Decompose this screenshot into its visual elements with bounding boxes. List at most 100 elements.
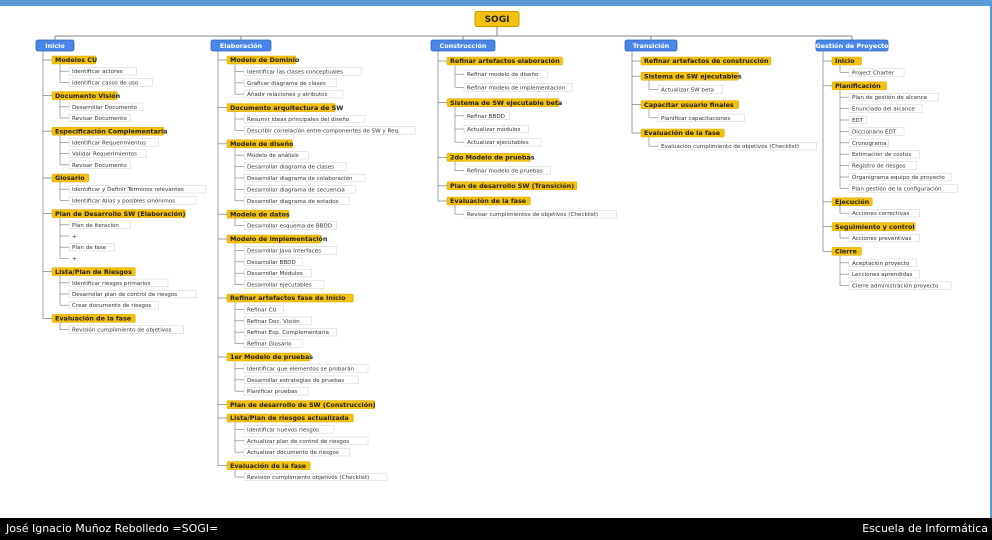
subtopic-refinar-esp-complementaria: Refinar Esp. Complementaria xyxy=(243,328,337,337)
subtopic-refinar-glosario: Refinar Glosario xyxy=(243,339,303,348)
subtopic-label: Cronograma xyxy=(852,141,887,147)
subtopic-label: Refinar modelo de pruebas xyxy=(467,169,543,175)
subtopic-modelo-de-analisis: Modelo de análisis xyxy=(243,151,309,160)
subtopic-item: + xyxy=(72,256,77,262)
topic-label: Modelo de datos xyxy=(230,210,290,218)
topic-label: Plan de Desarrollo SW (Elaboración) xyxy=(55,210,186,218)
subtopic-revisar-documento: Revisar Documento xyxy=(68,113,131,123)
topic-label: Refinar artefactos fase de Inicio xyxy=(230,294,346,302)
subtopic-label: Refinar Glosario xyxy=(247,342,292,348)
subtopic-label: Acciones preventivas xyxy=(852,236,911,242)
subtopic-desarrollar-documento: Desarrollar Documento xyxy=(68,102,144,111)
topic-cierre: Cierre Aceptación proyecto Lecciones apren… xyxy=(831,247,952,290)
phase-transicion: Transición Refinar artefactos de construc… xyxy=(624,39,817,151)
topic-label: Glosario xyxy=(55,174,85,182)
topic-modelo-de-datos: Modelo de datos Desarrollar esquema de BB… xyxy=(226,209,337,230)
subtopic-label: Project Charter xyxy=(852,70,895,76)
topic-label: Lista/Plan de Riesgos xyxy=(55,268,132,276)
topic-label: Modelo de Dominio xyxy=(230,56,300,64)
subtopic-identificar-requerimientos: Identificar Requerimientos xyxy=(68,138,159,147)
subtopic-label: Identificar Alias y posibles sinónimos xyxy=(72,197,175,204)
topic-capacitar-usuario-finales: Capacitar usuario finales Planificar capa… xyxy=(640,100,745,122)
subtopic-acciones-preventivas: Acciones preventivas xyxy=(848,233,920,243)
connector-lines xyxy=(42,26,853,478)
subtopic-label: Refinar CU xyxy=(247,307,277,313)
topic-label: Evaluación de la fase xyxy=(644,129,721,137)
subtopic-label: Identificar las clases conceptuales xyxy=(247,69,343,75)
phase-label: Construcción xyxy=(440,42,487,50)
subtopic-label: Añadir relaciones y atributos xyxy=(247,92,328,98)
subtopic-desarrollar-esquema-de-bbdd: Desarrollar esquema de BBDD xyxy=(243,221,337,230)
topic-glosario: Glosario Identificar y Definir Términos r… xyxy=(51,173,206,205)
subtopic-diccionario-edt: Diccionario EDT xyxy=(848,127,905,136)
subtopic-anadir-relaciones-y-atributos: Añadir relaciones y atributos xyxy=(243,90,344,99)
subtopic-label: Desarrollar BBDD xyxy=(247,260,296,266)
subtopic-label: Desarrollar Java Interfaces xyxy=(247,248,321,254)
subtopic-cronograma: Cronograma xyxy=(848,138,889,147)
subtopic-desarrollar-diagrama-de-secuencia: Desarrollar diagrama de secuencia xyxy=(243,185,356,194)
subtopic-actualizar-sw-beta: Actualizar SW beta xyxy=(657,85,723,94)
subtopic-actualizar-modulos: Actualizar módulos xyxy=(463,124,529,134)
subtopic-label: Revisar Documento xyxy=(72,116,127,122)
topic-label: Planificación xyxy=(835,82,881,90)
topic-plan-de-desarrollo-de-sw-construccion: Plan de desarrollo de SW (Construcción) xyxy=(226,400,376,409)
subtopic-planificar-pruebas: Planificar pruebas xyxy=(243,387,309,396)
topic-plan-de-desarrollo-sw-elaboracion: Plan de Desarrollo SW (Elaboración) Plan … xyxy=(51,209,186,262)
topic-label: Plan de desarrollo de SW (Construcción) xyxy=(230,401,376,409)
subtopic-label: Desarrollar diagrama de estados xyxy=(247,199,339,205)
root-label: SOGI xyxy=(485,15,510,25)
subtopic-label: Refinar modelo de diseño xyxy=(467,72,539,78)
subtopic-validar-requerimientos: Validar Requerimientos xyxy=(68,149,147,158)
subtopic-label: Identificar y Definir Términos relevante… xyxy=(72,186,184,193)
subtopic-label: Validar Requerimientos xyxy=(72,152,137,158)
topic-evaluacion-de-la-fase: Evaluación de la fase Revisión cumplimien… xyxy=(226,461,388,482)
subtopic-actualizar-plan-de-control-de-riesgos: Actualizar plan de control de riesgos xyxy=(243,436,369,445)
topic-sistema-de-sw-ejecutables: Sistema de SW ejecutables Actualizar SW b… xyxy=(640,71,742,94)
subtopic-label: Cierre administración proyecto xyxy=(852,283,939,290)
topic-planificacion: Planificación Plan de gestión de alcance E… xyxy=(831,81,958,193)
subtopic-actualizar-ejecutables: Actualizar ejecutables xyxy=(463,138,542,147)
topic-label: Inicio xyxy=(835,57,855,65)
slide: SOGI Inicio Modelos CU Identificar actores I… xyxy=(0,0,992,540)
phase-gestion-de-proyecto: Gestión de Proyecto Inicio Project Charter… xyxy=(816,39,958,290)
topic-label: Refinar artefactos de construcción xyxy=(644,57,769,65)
topic-label: Seguimiento y control xyxy=(835,223,915,231)
subtopic-label: Evaluación cumplimiento de objetivos (Ch… xyxy=(661,143,799,150)
subtopic-label: Refinar Esp. Complementaria xyxy=(247,330,329,336)
subtopic-refinar-doc-vision: Refinar Doc. Visión xyxy=(243,316,312,325)
subtopic-label: Organigrama equipo de proyecto xyxy=(852,175,945,181)
subtopic-evaluacion-cumplimiento-de-objetivos-che: Evaluación cumplimiento de objetivos (Ch… xyxy=(657,142,817,151)
subtopic-label: Graficar diagrama de clases xyxy=(247,81,326,87)
subtopic-label: Actualizar SW beta xyxy=(661,87,714,93)
subtopic-refinar-modelo-de-pruebas: Refinar modelo de pruebas xyxy=(463,166,551,175)
subtopic-lecciones-aprendidas: Lecciones aprendidas xyxy=(848,270,920,279)
subtopic-revision-cumplimiento-de-objetivos: Revisión cumplimiento de objetivos xyxy=(68,325,184,334)
topic-modelo-de-dominio: Modelo de Dominio Identificar las clases … xyxy=(226,55,363,99)
phase-label: Gestión de Proyecto xyxy=(816,42,889,50)
subtopic-refinar-bbdd: Refinar BBDD xyxy=(463,111,510,120)
subtopic-label: Actualizar documento de riesgos xyxy=(247,450,339,456)
subtopic-plan-de-fase: Plan de fase xyxy=(68,243,115,252)
subtopic-desarrollar-estrategias-de-pruebas: Desarrollar estrategias de pruebas xyxy=(243,375,359,384)
topic-plan-de-desarrollo-sw-transicion: Plan de desarrollo SW (Transición) xyxy=(446,181,578,191)
subtopic-label: Planificar pruebas xyxy=(247,389,297,395)
topic-label: 2do Modelo de pruebas xyxy=(450,154,535,162)
subtopic-label: Registro de riesgos xyxy=(852,164,906,170)
subtopic-desarrollar-bbdd: Desarrollar BBDD xyxy=(243,257,303,266)
subtopic-label: Desarrollar diagrama de colaboración xyxy=(247,175,353,182)
subtopic-label: Plan gestión de la configuración xyxy=(852,185,942,192)
subtopic-label: Actualizar ejecutables xyxy=(467,140,529,146)
subtopic-acciones-correctivas: Acciones correctivas xyxy=(848,209,920,218)
subtopic-refinar-modelo-de-diseno: Refinar modelo de diseño xyxy=(463,70,548,79)
subtopic-label: EDT xyxy=(852,118,864,124)
subtopic-desarrollar-ejecutables: Desarrollar ejecutables xyxy=(243,280,325,289)
subtopic-desarrollar-diagrama-de-estados: Desarrollar diagrama de estados xyxy=(243,196,350,205)
topic-label: Modelo de diseño xyxy=(230,140,294,148)
mind-map: SOGIInicioModelos CUIdentificar actoresI… xyxy=(35,11,958,482)
subtopic-label: Estimación de costos xyxy=(852,151,911,158)
subtopic-identificar-que-elementos-se-probaran: Identificar que elementos se probarán xyxy=(243,364,369,373)
topic-1er-modelo-de-pruebas: 1er Modelo de pruebas Identificar que ele… xyxy=(226,352,369,396)
topic-label: Modelos CU xyxy=(55,56,97,64)
subtopic-label: Modelo de análisis xyxy=(247,152,299,159)
subtopic-edt: EDT xyxy=(848,115,867,125)
